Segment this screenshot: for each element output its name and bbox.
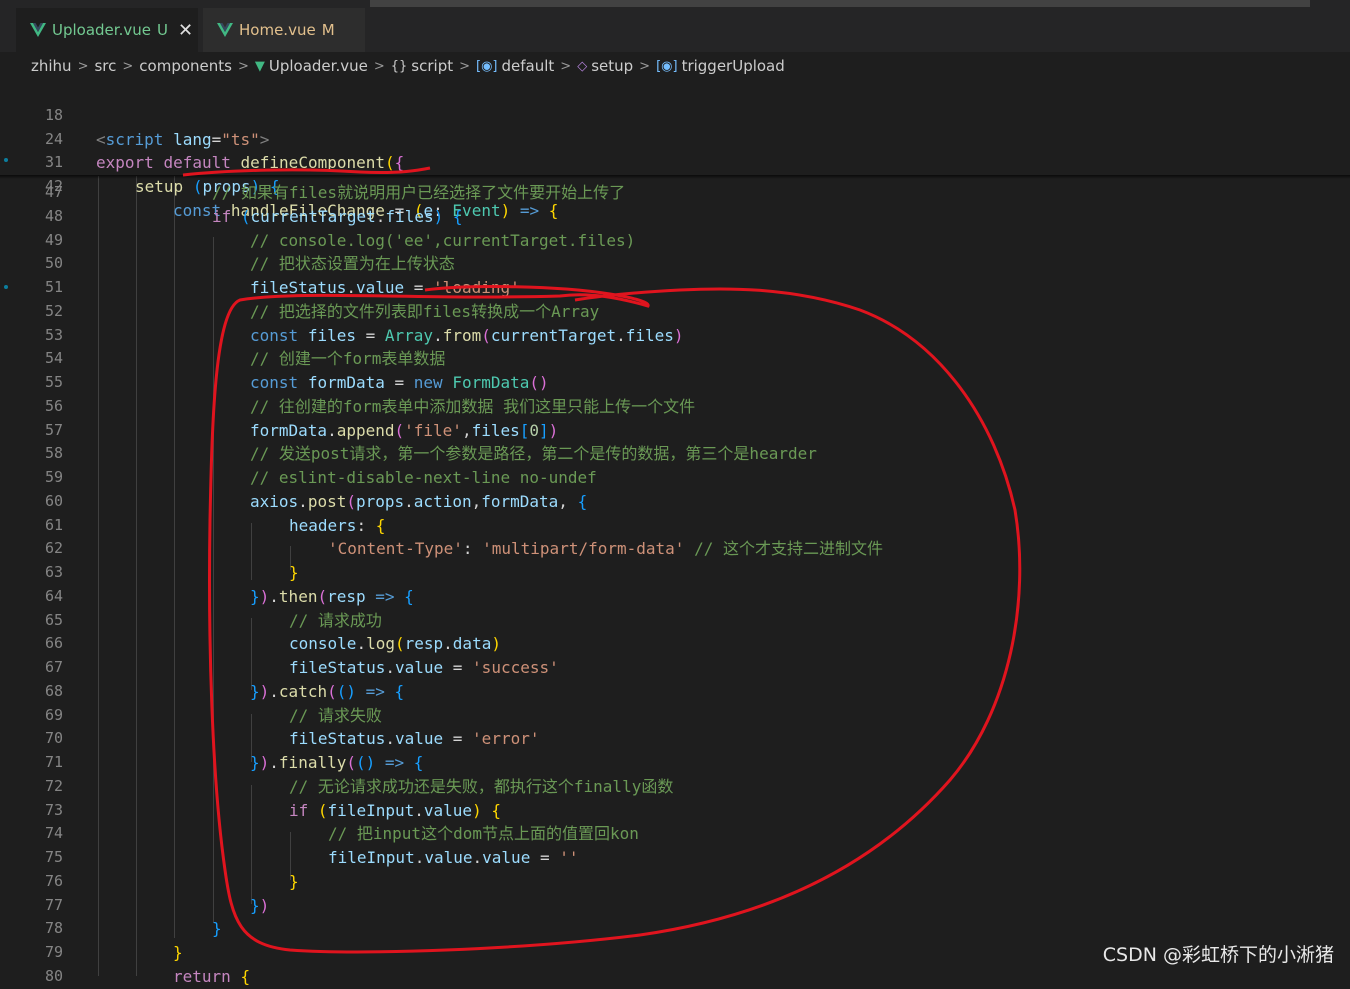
annotation-underline bbox=[183, 168, 430, 175]
annotation-circle bbox=[210, 287, 1020, 952]
watermark: CSDN @彩虹桥下的小淅猪 bbox=[1103, 940, 1334, 967]
red-annotation-overlay bbox=[0, 0, 1350, 977]
